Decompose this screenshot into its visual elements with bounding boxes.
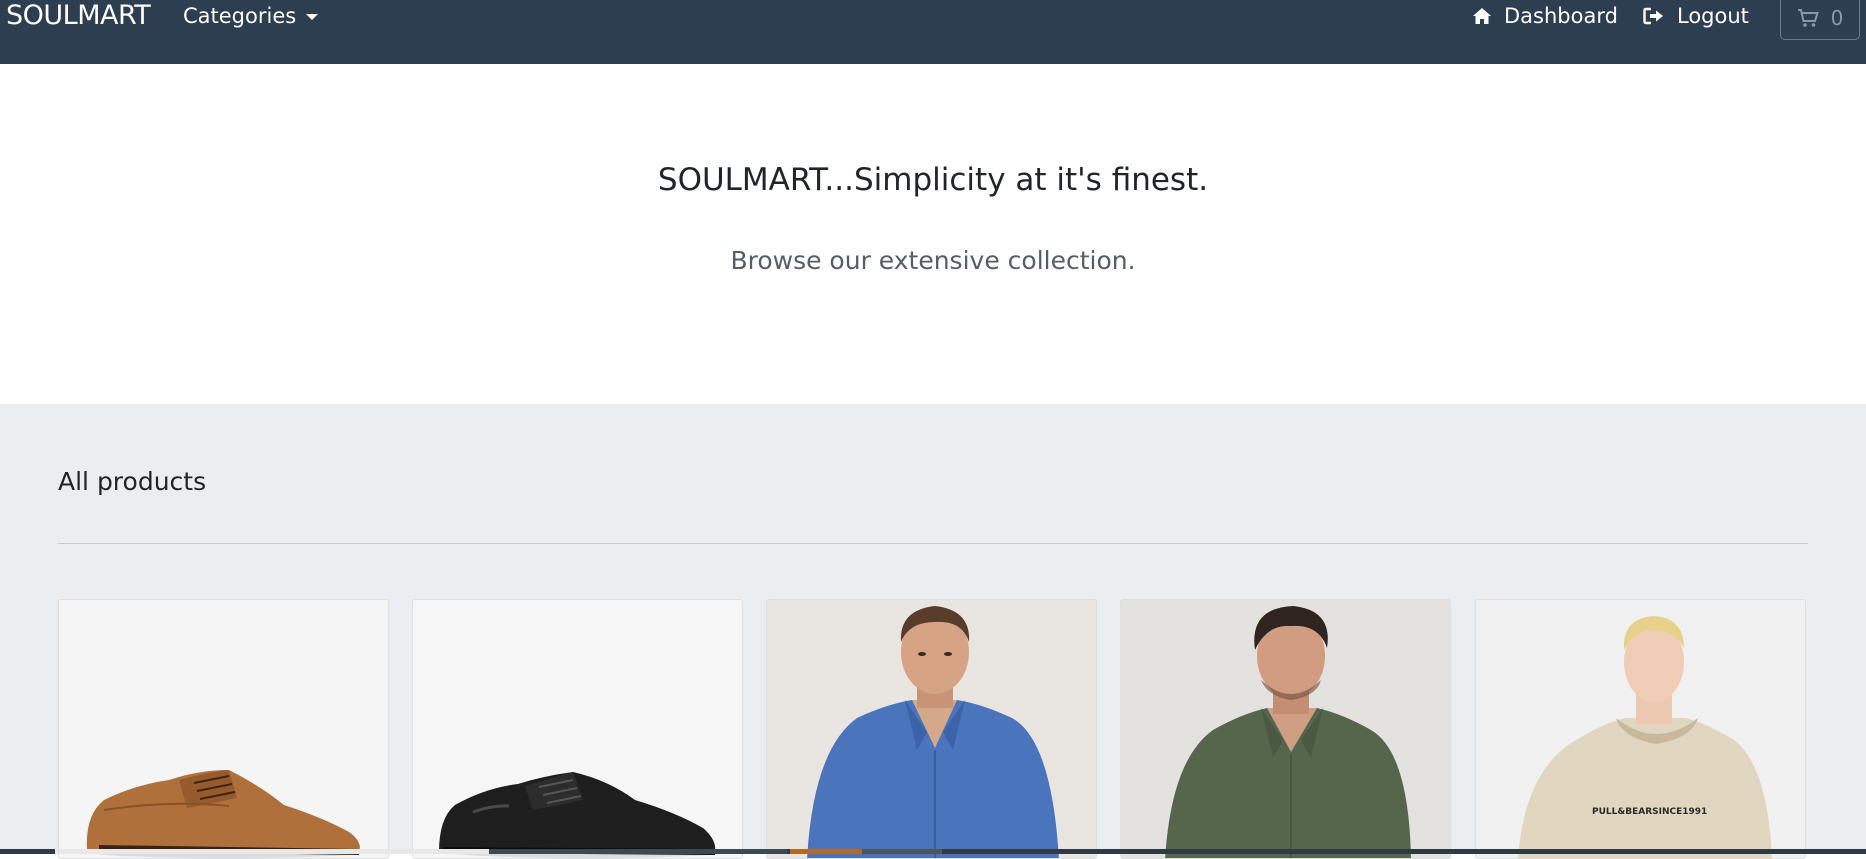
logout-link[interactable]: Logout <box>1643 2 1749 30</box>
scrollbar-track-segment <box>862 849 942 854</box>
cart-button[interactable]: 0 <box>1780 0 1860 40</box>
logout-label: Logout <box>1677 4 1749 28</box>
dashboard-label: Dashboard <box>1504 4 1618 28</box>
hero-banner: SOULMART...Simplicity at it's finest. Br… <box>0 64 1866 404</box>
beige-hoodie-model-image: PULL&BEARSINCE1991 <box>1476 600 1805 858</box>
scrollbar-track-segment <box>790 849 862 854</box>
product-card[interactable] <box>766 599 1097 859</box>
product-card[interactable] <box>1120 599 1451 859</box>
products-section: All products PULL&BEARSINCE1991 <box>0 404 1866 859</box>
product-card[interactable] <box>58 599 389 859</box>
scrollbar-thumb[interactable] <box>55 849 489 854</box>
hero-subtitle: Browse our extensive collection. <box>730 246 1136 275</box>
scrollbar-track-segment <box>489 849 787 854</box>
dashboard-link[interactable]: Dashboard <box>1472 2 1618 30</box>
sign-out-icon <box>1643 7 1665 25</box>
bottom-scrollbar[interactable] <box>0 849 1866 854</box>
product-card[interactable]: PULL&BEARSINCE1991 <box>1475 599 1806 859</box>
shopping-cart-icon <box>1797 8 1819 28</box>
brown-shoe-image <box>59 600 388 858</box>
categories-dropdown[interactable]: Categories <box>183 2 319 30</box>
section-divider <box>58 543 1808 544</box>
black-shoe-image <box>413 600 742 858</box>
hoodie-print-text: PULL&BEARSINCE1991 <box>1592 807 1707 817</box>
categories-label: Categories <box>183 4 297 28</box>
caret-down-icon <box>306 14 319 20</box>
product-card[interactable] <box>412 599 743 859</box>
home-icon <box>1472 7 1492 25</box>
brand-logo-link[interactable]: SOULMART <box>6 0 151 32</box>
cart-count: 0 <box>1830 6 1844 30</box>
section-title: All products <box>58 467 207 496</box>
blue-shirt-model-image <box>767 600 1096 858</box>
hero-title: SOULMART...Simplicity at it's finest. <box>657 162 1209 198</box>
green-shirt-model-image <box>1121 600 1450 858</box>
top-navbar: SOULMART Categories Dashboard Logout 0 <box>0 0 1866 64</box>
